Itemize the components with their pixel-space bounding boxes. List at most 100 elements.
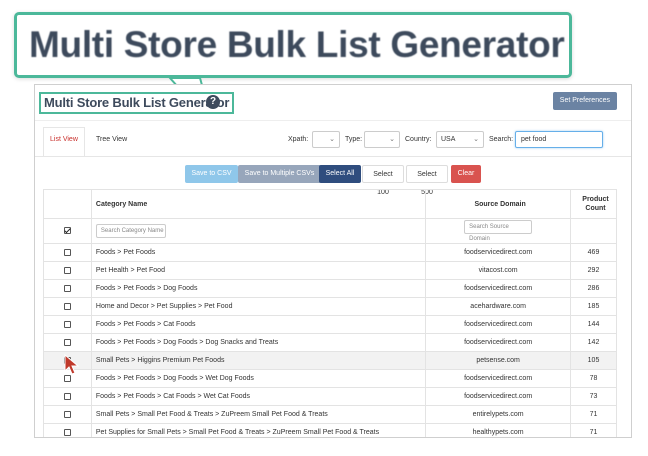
count-cell: 105 bbox=[570, 351, 617, 370]
chevron-down-icon: ⌄ bbox=[389, 136, 395, 143]
row-select-cell bbox=[43, 315, 92, 334]
category-cell: Small Pets > Higgins Premium Pet Foods bbox=[90, 351, 427, 370]
table-row[interactable]: Home and Decor > Pet Supplies > Pet Food… bbox=[43, 297, 617, 316]
save-to-multiple-csvs-button[interactable]: Save to Multiple CSVs bbox=[238, 165, 321, 183]
category-cell: Foods > Pet Foods > Dog Foods > Wet Dog … bbox=[90, 369, 427, 388]
row-select-cell bbox=[43, 279, 92, 298]
count-cell: 292 bbox=[570, 261, 617, 280]
count-cell: 144 bbox=[570, 315, 617, 334]
search-label: Search: bbox=[489, 136, 514, 143]
category-cell: Foods > Pet Foods bbox=[90, 243, 427, 262]
row-select-cell bbox=[43, 423, 92, 437]
table-row[interactable]: Foods > Pet Foods foodservicedirect.com 46… bbox=[43, 243, 617, 262]
count-column-header[interactable]: Product Count bbox=[570, 189, 617, 219]
select-500-button[interactable]: Select 500 bbox=[406, 165, 448, 196]
table-row[interactable]: Pet Health > Pet Food vitacost.com 292 bbox=[43, 261, 617, 280]
category-cell: Foods > Pet Foods > Dog Foods bbox=[90, 279, 427, 298]
select-100-button[interactable]: Select 100 bbox=[362, 165, 404, 196]
count-cell: 286 bbox=[570, 279, 617, 298]
count-cell: 142 bbox=[570, 333, 617, 352]
domain-cell: foodservicedirect.com bbox=[425, 387, 572, 406]
domain-cell: acehardware.com bbox=[425, 297, 572, 316]
filter-toolbar: List View Tree View Xpath: ⌄ Type: ⌄ Cou… bbox=[35, 127, 631, 157]
row-checkbox[interactable] bbox=[63, 284, 71, 292]
clear-button[interactable]: Clear bbox=[451, 165, 481, 183]
country-select[interactable]: USA ⌄ bbox=[436, 131, 484, 148]
row-select-cell bbox=[43, 387, 92, 406]
category-table: Category Name Source Domain Product Coun… bbox=[43, 189, 617, 437]
category-cell: Foods > Pet Foods > Cat Foods bbox=[90, 315, 427, 334]
xpath-label: Xpath: bbox=[288, 136, 309, 143]
count-cell: 469 bbox=[570, 243, 617, 262]
chevron-down-icon: ⌄ bbox=[473, 136, 479, 143]
row-checkbox[interactable] bbox=[63, 338, 71, 346]
table-row[interactable]: Pet Supplies for Small Pets > Small Pet … bbox=[43, 423, 617, 437]
row-checkbox[interactable] bbox=[63, 320, 71, 328]
row-checkbox[interactable] bbox=[63, 266, 71, 274]
filter-row: Search Category Name Search Source Domai… bbox=[43, 218, 617, 244]
search-input[interactable]: pet food bbox=[515, 131, 603, 148]
table-row[interactable]: Foods > Pet Foods > Dog Foods foodservice… bbox=[43, 279, 617, 298]
count-cell: 73 bbox=[570, 387, 617, 406]
count-cell: 71 bbox=[570, 405, 617, 424]
action-bar: Save to CSV Save to Multiple CSVs Select… bbox=[35, 157, 631, 196]
save-to-csv-button[interactable]: Save to CSV bbox=[185, 165, 238, 183]
callout-title: Multi Store Bulk List Generator bbox=[29, 24, 565, 65]
mouse-cursor-icon bbox=[64, 354, 80, 375]
select-all-button[interactable]: Select All bbox=[319, 165, 361, 183]
row-select-cell bbox=[43, 405, 92, 424]
domain-cell: healthypets.com bbox=[425, 423, 572, 437]
category-search-input[interactable]: Search Category Name bbox=[95, 224, 166, 238]
category-cell: Pet Health > Pet Food bbox=[90, 261, 427, 280]
table-row[interactable]: Small Pets > Higgins Premium Pet Foods pe… bbox=[43, 351, 617, 370]
category-cell: Small Pets > Small Pet Food & Treats > Z… bbox=[90, 405, 427, 424]
set-preferences-button[interactable]: Set Preferences bbox=[552, 92, 617, 110]
domain-cell: entirelypets.com bbox=[425, 405, 572, 424]
domain-cell: petsense.com bbox=[425, 351, 572, 370]
country-value: USA bbox=[441, 136, 456, 143]
domain-cell: vitacost.com bbox=[425, 261, 572, 280]
row-checkbox[interactable] bbox=[63, 248, 71, 256]
category-cell: Pet Supplies for Small Pets > Small Pet … bbox=[90, 423, 427, 437]
domain-search-input[interactable]: Search Source Domain bbox=[464, 220, 533, 242]
row-checkbox[interactable] bbox=[63, 410, 71, 418]
tab-list-view[interactable]: List View bbox=[50, 136, 78, 143]
select-all-cell bbox=[43, 218, 92, 244]
domain-cell: foodservicedirect.com bbox=[425, 369, 572, 388]
row-checkbox[interactable] bbox=[63, 392, 71, 400]
row-checkbox[interactable] bbox=[63, 302, 71, 310]
count-filter-cell bbox=[570, 218, 617, 244]
select-all-checkbox[interactable] bbox=[63, 227, 71, 235]
country-label: Country: bbox=[405, 136, 432, 143]
table-row[interactable]: Foods > Pet Foods > Dog Foods > Wet Dog … bbox=[43, 369, 617, 388]
page-title: Multi Store Bulk List Generator bbox=[39, 92, 235, 114]
category-cell: Foods > Pet Foods > Cat Foods > Wet Cat … bbox=[90, 387, 427, 406]
panel-header: Multi Store Bulk List Generator ? Set Pr… bbox=[35, 85, 631, 121]
app-panel: Multi Store Bulk List Generator ? Set Pr… bbox=[34, 84, 632, 438]
domain-cell: foodservicedirect.com bbox=[425, 333, 572, 352]
count-cell: 185 bbox=[570, 297, 617, 316]
domain-cell: foodservicedirect.com bbox=[425, 243, 572, 262]
category-cell: Foods > Pet Foods > Dog Foods > Dog Snac… bbox=[90, 333, 427, 352]
count-cell: 78 bbox=[570, 369, 617, 388]
row-select-cell bbox=[43, 333, 92, 352]
row-checkbox[interactable] bbox=[63, 428, 71, 436]
table-row[interactable]: Foods > Pet Foods > Dog Foods > Dog Snac… bbox=[43, 333, 617, 352]
chevron-down-icon: ⌄ bbox=[329, 136, 335, 143]
domain-column-header[interactable]: Source Domain bbox=[425, 189, 572, 219]
domain-cell: foodservicedirect.com bbox=[425, 315, 572, 334]
table-row[interactable]: Foods > Pet Foods > Cat Foods > Wet Cat … bbox=[43, 387, 617, 406]
type-select[interactable]: ⌄ bbox=[364, 131, 400, 148]
count-header-line1: Product bbox=[582, 196, 609, 203]
table-row[interactable]: Small Pets > Small Pet Food & Treats > Z… bbox=[43, 405, 617, 424]
category-column-header[interactable]: Category Name bbox=[90, 189, 427, 219]
select-column-header bbox=[43, 189, 92, 219]
xpath-select[interactable]: ⌄ bbox=[312, 131, 340, 148]
type-label: Type: bbox=[345, 136, 363, 143]
help-icon[interactable]: ? bbox=[206, 95, 220, 109]
category-filter-cell: Search Category Name bbox=[90, 218, 427, 244]
count-header-line2: Count bbox=[585, 205, 606, 212]
tab-tree-view[interactable]: Tree View bbox=[96, 136, 127, 143]
table-header-row: Category Name Source Domain Product Coun… bbox=[43, 189, 617, 219]
table-row[interactable]: Foods > Pet Foods > Cat Foods foodservice… bbox=[43, 315, 617, 334]
